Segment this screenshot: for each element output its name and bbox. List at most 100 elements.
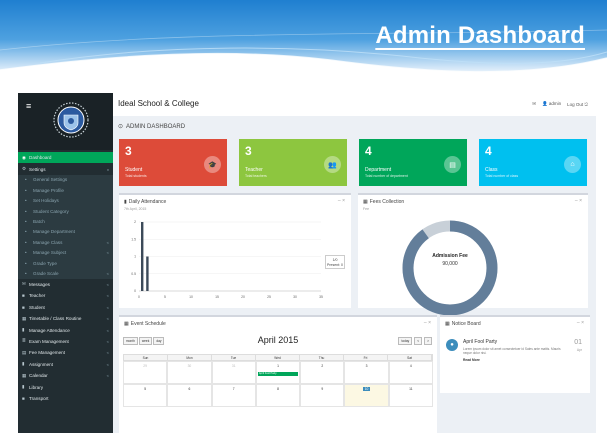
sidebar-item[interactable]: • Student Category (18, 206, 113, 217)
class-icon: ⌂ (564, 156, 581, 173)
banner-background (0, 0, 607, 73)
calendar-day[interactable]: 2 (300, 361, 345, 384)
sidebar-item[interactable]: ▮ Library (18, 381, 113, 392)
panel-header: ▦ Fees Collection (363, 199, 404, 205)
panel-header: ▮ Daily Attendance (124, 199, 166, 205)
school-name: Ideal School & College (118, 99, 199, 108)
sidebar-item[interactable]: • General Settings (18, 174, 113, 186)
day-number: 1 (277, 364, 279, 368)
sidebar-header: ≡ (18, 93, 113, 150)
sidebar-item[interactable]: • Batch (18, 216, 113, 227)
daily-attendance-panel: ▮ Daily Attendance 7th April, 2015 – × 0… (119, 193, 351, 308)
sidebar-item[interactable]: • Grade Scale < (18, 268, 113, 279)
sidebar-item[interactable]: ✉ Messages < (18, 279, 113, 290)
logout-link[interactable]: Log Out ⎋ (567, 102, 588, 107)
calendar-event[interactable]: April Fool Party (257, 372, 299, 376)
sidebar-item[interactable]: ■ Transport (18, 393, 113, 404)
sidebar-item[interactable]: ⚙ Settings v (18, 163, 113, 174)
calendar-icon: ▦ (22, 372, 27, 378)
sidebar-item[interactable]: ■ Teacher < (18, 290, 113, 301)
sidebar-item[interactable]: ▤ Fee Management < (18, 347, 113, 358)
stat-card-teacher[interactable]: 3 Teacher Total teachers 👥 (239, 139, 347, 186)
donut-slice-admission-fee (402, 220, 498, 316)
calendar-day-today[interactable]: 10 (344, 384, 389, 407)
sidebar-item[interactable]: • Grade Type (18, 258, 113, 269)
panel-tools[interactable]: – × (575, 198, 582, 204)
sidebar-item[interactable]: • Manage Subject < (18, 247, 113, 258)
stat-sublabel: Total number of department (365, 174, 408, 178)
chevron-icon: < (106, 271, 109, 277)
x-tick-label: 10 (189, 295, 193, 299)
sidebar-item-label: Library (29, 384, 44, 390)
sidebar-item[interactable]: ▦ Calendar < (18, 370, 113, 381)
x-tick-label: 20 (241, 295, 245, 299)
bullet-icon: • (25, 219, 27, 225)
sidebar-item[interactable]: ▮ Manage Attendance < (18, 324, 113, 335)
calendar-day[interactable]: 11 (388, 384, 433, 407)
dashboard-icon: ⊙ (118, 124, 124, 130)
sidebar-item-label: Settings (29, 166, 46, 172)
calendar-day[interactable]: 31 (211, 361, 256, 384)
today-button[interactable]: today (398, 337, 413, 345)
calendar-day[interactable]: 5 (123, 384, 168, 407)
calendar-day[interactable]: 4 (388, 361, 433, 384)
sidebar-item[interactable]: • Set Holidays (18, 195, 113, 206)
panel-tools[interactable]: – × (577, 320, 584, 326)
calendar-day[interactable]: 7 (211, 384, 256, 407)
stat-card-student[interactable]: 3 Student Total students 🎓 (119, 139, 227, 186)
envelope-icon[interactable]: ✉ (532, 101, 536, 107)
weekday-label: Tue (212, 355, 256, 360)
donut-center-value: 90,000 (442, 261, 458, 267)
x-tick-label: 5 (164, 295, 166, 299)
calendar-day[interactable]: 30 (167, 361, 212, 384)
stat-card-department[interactable]: 4 Department Total number of department … (359, 139, 467, 186)
panel-tools[interactable]: – × (424, 320, 431, 326)
calendar-week-row: 5 6 7 8 9 10 11 (123, 384, 433, 407)
user-menu[interactable]: 👤 admin (542, 101, 561, 107)
panel-tools[interactable]: – × (338, 198, 345, 204)
chart-icon: ▮ (22, 327, 25, 333)
sidebar-item-label: Student Category (33, 208, 69, 214)
read-more-link[interactable]: Read More (463, 358, 480, 362)
day-number: 31 (231, 364, 236, 368)
sidebar-item[interactable]: ◉ Dashboard (18, 152, 113, 164)
notice-item[interactable]: ● April Fool Party Lorem ipsum dolor sit… (446, 337, 584, 377)
sidebar-item-label: Manage Department (33, 229, 75, 235)
page-title-text: ADMIN DASHBOARD (126, 123, 186, 130)
stat-card-class[interactable]: 4 Class Total number of class ⌂ (479, 139, 587, 186)
sidebar-item[interactable]: ▮ Assignment < (18, 359, 113, 370)
bullet-icon: • (25, 229, 27, 235)
panel-title: Notice Board (451, 321, 481, 327)
sidebar-item[interactable]: ■ Student < (18, 302, 113, 313)
calendar-day[interactable]: 3 (344, 361, 389, 384)
x-tick-label: 30 (293, 295, 297, 299)
next-month-button[interactable]: > (424, 337, 432, 345)
bullet-icon: • (25, 187, 27, 193)
sidebar-item-label: Fee Management (29, 350, 66, 356)
day-number: 11 (409, 387, 413, 391)
y-tick-label: 2 (134, 220, 136, 224)
calendar-day[interactable]: 29 (123, 361, 168, 384)
sidebar-item[interactable]: ≣ Exam Management < (18, 336, 113, 347)
donut-center: Admission Fee 90,000 (398, 253, 502, 267)
notice-board-panel: ▦ Notice Board – × ● April Fool Party Lo… (440, 315, 590, 393)
sidebar-item[interactable]: • Manage Department (18, 226, 113, 238)
sidebar-item[interactable]: ▦ Timetable / Class Routine < (18, 313, 113, 324)
y-tick-label: 0.5 (131, 272, 136, 276)
calendar-day[interactable]: 1 April Fool Party (255, 361, 301, 384)
notice-text: Lorem ipsum dolor sit amet consectetuer … (463, 347, 561, 355)
hamburger-icon[interactable]: ≡ (26, 101, 31, 111)
dashboard-screenshot: ≡ ◉ Dashboard ⚙ Settings v • General Settings •… (18, 93, 596, 433)
calendar-day[interactable]: 6 (167, 384, 212, 407)
chart-legend-box: 1/0 Present: 0 (325, 255, 345, 269)
sidebar-item[interactable]: • Manage Profile (18, 185, 113, 196)
prev-month-button[interactable]: < (414, 337, 423, 345)
stat-label: Teacher (245, 167, 263, 173)
calendar-day[interactable]: 9 (300, 384, 345, 407)
stat-number: 3 (245, 144, 252, 158)
calendar-day[interactable]: 8 (255, 384, 301, 407)
calendar-body: 29 30 31 1 April Fool Party 2 3 4 5 6 7 8 9 10 11 (123, 361, 433, 407)
chevron-icon: < (106, 304, 109, 310)
fees-donut-chart (402, 220, 498, 316)
sidebar-item[interactable]: • Manage Class < (18, 237, 113, 248)
